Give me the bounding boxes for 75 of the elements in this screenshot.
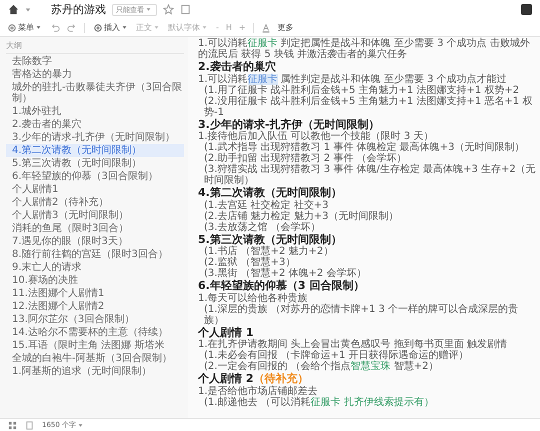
insert-button[interactable]: 插入 xyxy=(92,22,129,33)
list-line: (1.去宫廷 社交检定 社交+3 xyxy=(203,200,330,210)
section-heading: 个人剧情 1 xyxy=(198,326,254,338)
list-line: (2.助手扣留 出现狩猎教习 2 事件 （会学坏） xyxy=(203,153,407,164)
caret-icon xyxy=(78,422,84,428)
outline-item[interactable]: 个人剧情1 xyxy=(6,183,184,196)
outline-item[interactable]: 害格达的暴力 xyxy=(6,68,184,81)
list-line: (2.监狱 （智慧+3） xyxy=(203,257,296,268)
section-heading: 4.第二次请教（无时间限制） xyxy=(198,187,343,200)
outline-item[interactable]: 个人剧情2（待补充） xyxy=(6,196,184,209)
outline-item[interactable]: 10.赛场的决胜 xyxy=(6,274,184,287)
list-line: (1.用了征服卡 战斗胜利后金钱+5 主角魅力+1 法图娜支持+1 权势+2 xyxy=(203,84,520,96)
outline-item[interactable]: 全城的白袍牛-阿基斯（3回合限制） xyxy=(6,352,184,365)
list-line: 1.可以消耗征服卡 判定把属性是战斗和体魄 至少需要 3 个成功点 击败城外的流民后 获得 5 块钱 并激活袭击者的巢穴任务 xyxy=(198,38,531,60)
page-icon[interactable] xyxy=(25,420,34,430)
list-line: 1.接待他后加入队伍 可以教他一个技能（限时 3 天） xyxy=(198,131,434,142)
grid-icon[interactable] xyxy=(8,420,17,430)
list-line: (1.武术指导 出现狩猎教习 1 事件 体魄检定 最高体魄+3（无时间限制） xyxy=(203,142,526,153)
outline-item[interactable]: 城外的驻扎-击败暴徒夫齐伊（3回合限制） xyxy=(6,81,184,105)
list-line: 1.是否给他市场店铺邮差去 xyxy=(198,386,319,396)
list-line: 1.在扎齐伊请教期间 头上会冒出黄色感叹号 拖到每书页里面 触发剧情 xyxy=(198,339,508,350)
list-line: (1.未必会有回报 （卡牌命运+1 开日获得际遇命运的赠评） xyxy=(203,350,470,361)
outline-item[interactable]: 15.耳语（限时主角 法图娜 斯塔米 xyxy=(6,339,184,352)
window-icon[interactable] xyxy=(180,4,191,15)
outline-item[interactable]: 个人剧情3（无时间限制） xyxy=(6,209,184,222)
outline-item[interactable]: 1.阿基斯的追求（无时间限制） xyxy=(6,365,184,378)
document-title: 苏丹的游戏 xyxy=(51,2,106,17)
outline-item[interactable]: 14.达哈尔不需要杯的主意（待续） xyxy=(6,326,184,339)
list-line: (1.深层的贵族 （对苏丹的恋情卡牌+1 3 个一样的牌可以合成深层的贵族） xyxy=(203,304,520,326)
outline-item[interactable]: 13.阿尔芷尔（3回合限制） xyxy=(6,313,184,326)
outline-item[interactable]: 消耗的鱼尾（限时3回合） xyxy=(6,222,184,235)
list-line: (2.没用征服卡 战斗胜利后金钱+5 主角魅力+1 法图娜支持+1 恶名+1 权势-1 xyxy=(203,96,534,118)
list-line: (2.一定会有回报的 （会给个指点智慧宝珠 智慧+2） xyxy=(203,361,440,372)
section-heading: 个人剧情 2（待补充） xyxy=(198,373,310,386)
caret-icon xyxy=(122,25,127,30)
section-heading: 2.袭击者的巢穴 xyxy=(198,61,277,74)
menu-button[interactable]: 菜单 xyxy=(6,22,43,33)
section-heading: 5.第三次请教（无时间限制） xyxy=(198,234,343,246)
outline-item[interactable]: 4.第二次请教（无时间限制） xyxy=(6,144,184,157)
list-line: 1.可以消耗征服卡 属性判定是战斗和体魄 至少需要 3 个成功点才能过 xyxy=(198,74,508,84)
caret-icon xyxy=(146,7,151,12)
outline-item[interactable]: 11.法图娜个人剧情1 xyxy=(6,287,184,300)
outline-item[interactable]: 5.第三次请教（无时间限制） xyxy=(6,157,184,170)
outline-item[interactable]: 1.城外驻扎 xyxy=(6,105,184,118)
list-line: 1.每天可以给他各种贵族 xyxy=(198,292,309,304)
section-heading: 6.年轻望族的仰慕（3 回合限制） xyxy=(198,280,366,292)
menu-icon xyxy=(8,24,16,32)
list-line: (1.书店 （智慧+2 魅力+2） xyxy=(203,246,334,257)
list-line: (3.去放荡之馆 （会学坏） xyxy=(203,222,322,232)
section-heading: 3.少年的请求-扎齐伊（无时间限制） xyxy=(198,118,380,130)
list-line: (3.黑街 （智慧+2 体魄+2 会学坏） xyxy=(203,268,368,279)
outline-item[interactable]: 12.法图娜个人剧情2 xyxy=(6,300,184,313)
text-color-icon[interactable] xyxy=(260,22,271,32)
outline-item[interactable]: 3.少年的请求-扎齐伊（无时间限制） xyxy=(6,131,184,144)
star-icon[interactable] xyxy=(163,4,174,15)
outline-item[interactable]: 7.遇见你的眼（限时3天） xyxy=(6,235,184,248)
list-line: (1.邮递他去 （可以消耗征服卡 扎齐伊线索提示有） xyxy=(203,396,435,408)
outline-item[interactable]: 9.末亡人的请求 xyxy=(6,261,184,274)
outline-title: 大纲 xyxy=(6,39,184,54)
more-button[interactable]: 更多 xyxy=(278,22,294,33)
list-line: (2.去店铺 魅力检定 魅力+3（无时间限制） xyxy=(203,210,400,222)
caret-icon[interactable] xyxy=(25,6,31,12)
caret-icon xyxy=(154,25,159,30)
plus-icon xyxy=(94,24,102,32)
home-icon[interactable] xyxy=(8,4,19,15)
outline-item[interactable]: 2.袭击者的巢穴 xyxy=(6,118,184,131)
outline-item[interactable]: 去除数字 xyxy=(6,55,184,68)
outline-item[interactable]: 8.随行前往鹤的宫廷（限时3回合） xyxy=(6,248,184,261)
list-line: (3.狩猎实战 出现狩猎教习 3 事件 体魄/生存检定 最高体魄+3 生存+2（无时间限制） xyxy=(203,164,536,186)
caret-icon xyxy=(36,25,41,30)
avatar[interactable] xyxy=(521,4,532,15)
caret-icon xyxy=(202,25,207,30)
outline-item[interactable]: 6.年轻望族的仰慕（3回合限制） xyxy=(6,170,184,183)
redo-icon[interactable] xyxy=(67,22,77,32)
undo-icon[interactable] xyxy=(50,22,60,32)
